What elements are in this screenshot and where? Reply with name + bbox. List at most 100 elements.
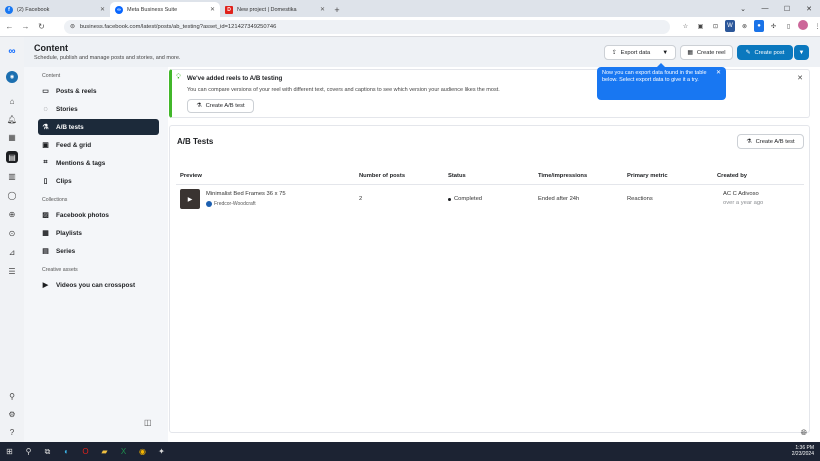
opera-icon[interactable]: O	[76, 442, 95, 461]
sidebar-item-clips[interactable]: ▯ Clips	[38, 173, 159, 189]
photos-icon: ▨	[42, 212, 49, 219]
close-tab-icon[interactable]: ✕	[210, 6, 215, 13]
sidebar-item-posts-reels[interactable]: ▭ Posts & reels	[38, 83, 159, 99]
word-extension-icon[interactable]: W	[725, 20, 735, 32]
sidebar-item-facebook-photos[interactable]: ▨ Facebook photos	[38, 207, 159, 223]
banner-body: You can compare versions of your reel wi…	[187, 87, 500, 93]
site-info-icon[interactable]: ⊜	[70, 24, 75, 30]
ab-tests-title: A/B Tests	[177, 137, 214, 146]
tab-facebook[interactable]: f (2) Facebook ✕	[0, 2, 110, 17]
content-icon[interactable]: ▤	[6, 151, 18, 163]
sidebar-item-ab-tests[interactable]: ⚗ A/B tests	[38, 119, 159, 135]
forward-icon[interactable]: →	[19, 22, 32, 31]
minimize-icon[interactable]: —	[754, 0, 776, 17]
close-banner-icon[interactable]: ✕	[797, 74, 803, 82]
app-icon[interactable]: ✦	[152, 442, 171, 461]
campaign-icon[interactable]: ⊿	[6, 246, 18, 258]
menu-icon[interactable]: ☰	[6, 265, 18, 277]
collapse-sidebar-icon[interactable]: ◫	[144, 418, 152, 427]
create-reel-button[interactable]: ▦ Create reel	[680, 45, 733, 60]
excel-icon[interactable]: X	[114, 442, 133, 461]
sidebar-item-feed-grid[interactable]: ▣ Feed & grid	[38, 137, 159, 153]
posts-icon: ▭	[42, 88, 49, 95]
series-icon: ▤	[42, 248, 49, 255]
sidebar-item-crosspost-videos[interactable]: ▶ Videos you can crosspost	[38, 277, 159, 293]
banner-create-ab-test-button[interactable]: ⚗ Create A/B test	[187, 99, 254, 113]
lightbulb-icon: 💡︎	[176, 74, 181, 81]
back-icon[interactable]: ←	[3, 22, 16, 31]
sidebar-item-mentions-tags[interactable]: ⌗ Mentions & tags	[38, 155, 159, 171]
inbox-icon[interactable]: ◯	[6, 189, 18, 201]
chevron-down-icon[interactable]: ⌄	[732, 0, 754, 17]
column-header-time-impressions: Time/impressions	[538, 173, 588, 179]
page-subtitle: Schedule, publish and manage posts and s…	[34, 55, 181, 61]
tab-domestika[interactable]: D New project | Domestika ✕	[220, 2, 330, 17]
extensions-puzzle-icon[interactable]: ✣	[768, 20, 779, 32]
sidebar-toggle-icon[interactable]: ▯	[783, 20, 794, 32]
table-row[interactable]: ▶ Minimalist Bed Frames 36 x 75 Fredcor-…	[176, 184, 804, 212]
section-label-creative-assets: Creative assets	[42, 267, 78, 273]
extension-icon[interactable]: ▣	[695, 20, 706, 32]
tab-meta-business-suite[interactable]: ∞ Meta Business Suite ✕	[110, 2, 220, 17]
edge-icon[interactable]: ◐	[57, 442, 76, 461]
home-icon[interactable]: ⌂	[6, 95, 18, 107]
close-window-icon[interactable]: ✕	[798, 0, 820, 17]
status-dot-icon	[448, 198, 451, 201]
reload-icon[interactable]: ↻	[35, 22, 48, 31]
file-explorer-icon[interactable]: ▰	[95, 442, 114, 461]
tab-title: (2) Facebook	[17, 6, 50, 13]
close-tooltip-icon[interactable]: ✕	[716, 70, 721, 77]
profile-avatar-icon[interactable]	[798, 20, 808, 30]
page-avatar-icon	[206, 201, 212, 207]
monetization-icon[interactable]: ⊕	[6, 208, 18, 220]
post-title: Minimalist Bed Frames 36 x 75	[206, 191, 286, 197]
planner-icon[interactable]: ▦	[6, 131, 18, 143]
settings-icon[interactable]: ⚙	[6, 408, 18, 420]
insights-icon[interactable]: ▥	[6, 170, 18, 182]
tab-title: New project | Domestika	[237, 6, 297, 13]
search-icon[interactable]: ⚲	[19, 442, 38, 461]
chrome-icon[interactable]: ◉	[133, 442, 152, 461]
close-tab-icon[interactable]: ✕	[320, 6, 325, 13]
maximize-icon[interactable]: ☐	[776, 0, 798, 17]
section-label-collections: Collections	[42, 197, 68, 203]
window-controls: ⌄ — ☐ ✕	[732, 0, 820, 17]
export-data-tooltip: Now you can export data found in the tab…	[597, 63, 726, 100]
sidebar-item-playlists[interactable]: ▦ Playlists	[38, 225, 159, 241]
extension-icon[interactable]: ●	[754, 20, 764, 32]
create-post-button[interactable]: ✎ Create post	[737, 45, 793, 60]
windows-taskbar: ⊞ ⚲ ⧉ ◐ O ▰ X ◉ ✦ 1:36 PM 2/23/2024	[0, 442, 820, 461]
create-ab-test-button[interactable]: ⚗ Create A/B test	[737, 134, 804, 149]
compose-icon: ✎	[745, 49, 751, 56]
mentions-icon: ⌗	[43, 159, 48, 166]
globe-icon[interactable]: 🌐︎	[801, 428, 807, 438]
stories-icon: ◌	[43, 105, 48, 113]
windows-start-icon[interactable]: ⊞	[0, 442, 19, 461]
sidebar-item-stories[interactable]: ◌ Stories	[38, 101, 159, 117]
search-icon[interactable]: ⚲	[6, 390, 18, 402]
sidebar-item-series[interactable]: ▤ Series	[38, 243, 159, 259]
url-text: business.facebook.com/latest/posts/ab_te…	[79, 24, 277, 30]
notifications-icon[interactable]: 🔔︎	[6, 113, 18, 125]
new-tab-button[interactable]: +	[330, 2, 344, 17]
bookmark-star-icon[interactable]: ☆	[680, 20, 691, 32]
chevron-down-icon[interactable]: ▼	[662, 50, 668, 56]
export-data-button[interactable]: ⇪ Export data ▼	[604, 45, 676, 60]
ads-icon[interactable]: ⊙	[6, 227, 18, 239]
close-tab-icon[interactable]: ✕	[100, 6, 105, 13]
feed-grid-icon: ▣	[42, 142, 49, 149]
extension-icon[interactable]: ⊗	[739, 20, 750, 32]
column-header-number-of-posts: Number of posts	[359, 173, 406, 179]
global-nav-rail: ∞ ◉ ⌂ 🔔︎ ▦ ▤ ▥ ◯ ⊕ ⊙ ⊿ ☰ ⚲ ⚙ ?	[0, 37, 24, 442]
page-avatar-icon[interactable]: ◉	[6, 71, 18, 83]
status-badge: Completed	[454, 196, 483, 202]
url-field[interactable]: ⊜ business.facebook.com/latest/posts/ab_…	[64, 20, 670, 34]
primary-metric: Reactions	[627, 196, 653, 202]
create-post-dropdown[interactable]: ▼	[794, 45, 809, 60]
meta-logo-icon[interactable]: ∞	[6, 45, 18, 57]
help-icon[interactable]: ?	[6, 426, 18, 438]
extension-icon[interactable]: ⊡	[710, 20, 721, 32]
more-menu-icon[interactable]: ⋮	[812, 20, 820, 32]
system-clock[interactable]: 1:36 PM 2/23/2024	[792, 445, 814, 457]
task-view-icon[interactable]: ⧉	[38, 442, 57, 461]
